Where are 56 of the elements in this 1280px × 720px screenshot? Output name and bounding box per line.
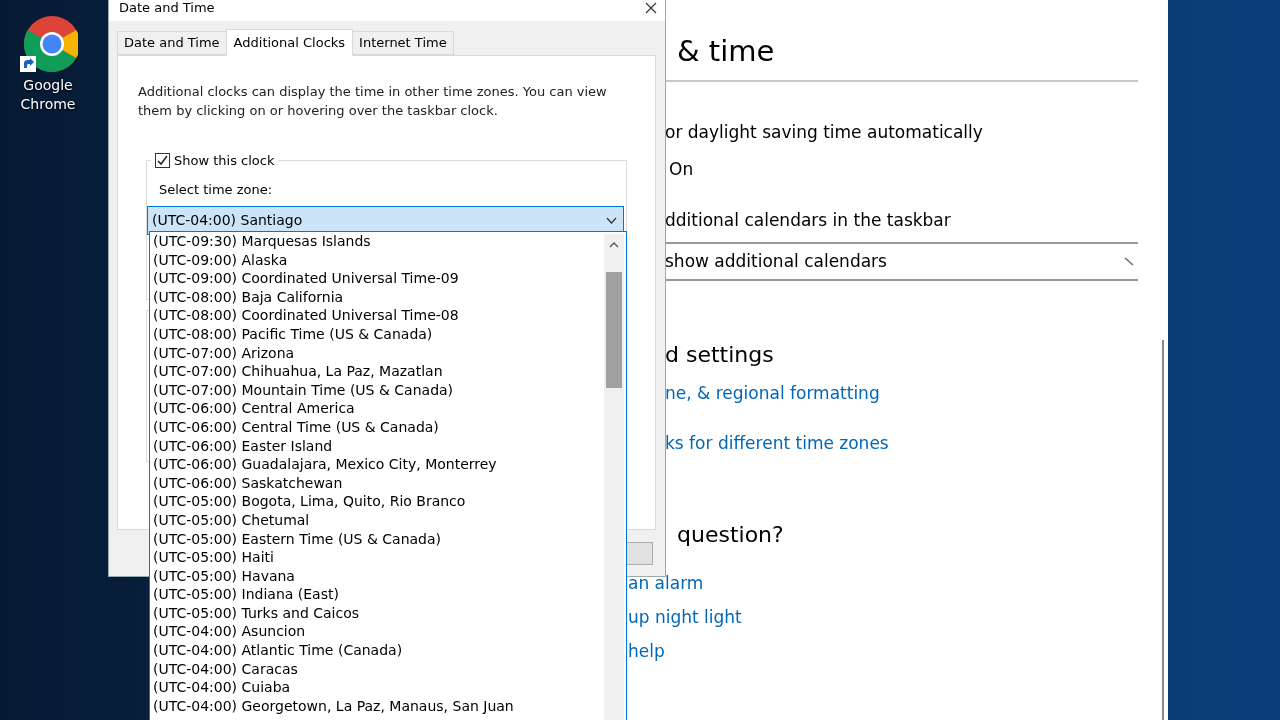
page-heading: & time xyxy=(677,33,776,70)
description-text: Additional clocks can display the time in other time zones. You can view them by clicking on or hovering over the taskbar clock. xyxy=(138,83,608,120)
section-heading: question? xyxy=(677,521,785,549)
dropdown-option[interactable]: (UTC-04:00) Georgetown, La Paz, Manaus, San Juan xyxy=(153,696,604,716)
scrollbar[interactable] xyxy=(604,234,624,720)
chevron-icon xyxy=(1124,256,1134,266)
settings-link[interactable]: ks for different time zones xyxy=(665,431,889,455)
window-title: Date and Time xyxy=(119,0,215,18)
dropdown-option[interactable]: (UTC-05:00) Havana xyxy=(153,566,604,586)
dropdown-option[interactable]: (UTC-08:00) Pacific Time (US & Canada) xyxy=(153,324,604,344)
dropdown-option[interactable]: (UTC-06:00) Central Time (US & Canada) xyxy=(153,417,604,437)
chevron-icon xyxy=(606,216,617,224)
setting-label: or daylight saving time automatically xyxy=(665,121,984,144)
dropdown-option[interactable]: (UTC-09:00) Coordinated Universal Time-09 xyxy=(153,269,604,288)
dropdown-option[interactable]: (UTC-04:00) Cuiaba xyxy=(153,678,604,697)
dropdown-option[interactable]: (UTC-06:00) Central America xyxy=(153,399,604,418)
dropdown-option[interactable]: (UTC-06:00) Easter Island xyxy=(153,436,604,456)
tab[interactable]: Internet Time xyxy=(352,31,454,55)
dropdown-option[interactable]: (UTC-09:00) Alaska xyxy=(153,250,604,270)
setting-label: dditional calendars in the taskbar xyxy=(665,209,952,232)
calendar-dropdown[interactable]: show additional calendars xyxy=(665,242,1138,281)
dropdown-option[interactable]: (UTC-07:00) Mountain Time (US & Canada) xyxy=(153,380,604,400)
toggle-state: On xyxy=(669,158,695,181)
dropdown-option[interactable]: (UTC-05:00) Bogota, Lima, Quito, Rio Branco xyxy=(153,492,604,511)
dropdown-option[interactable]: (UTC-06:00) Saskatchewan xyxy=(153,473,604,493)
dropdown-option[interactable]: (UTC-06:00) Guadalajara, Mexico City, Monterrey xyxy=(153,455,604,474)
dropdown-option[interactable]: (UTC-04:00) Asuncion xyxy=(153,622,604,642)
dropdown-value: show additional calendars xyxy=(665,250,887,273)
settings-link[interactable]: ne, & regional formatting xyxy=(665,381,880,405)
tab[interactable]: Date and Time xyxy=(117,31,227,55)
dropdown-option[interactable]: (UTC-04:00) Atlantic Time (Canada) xyxy=(153,641,604,660)
checkbox-label: Show this clock xyxy=(174,152,275,170)
tab[interactable]: Additional Clocks xyxy=(225,29,354,56)
dropdown-option[interactable]: (UTC-05:00) Chetumal xyxy=(153,510,604,530)
dropdown-option[interactable]: (UTC-09:30) Marquesas Islands xyxy=(153,232,604,251)
section-heading: d settings xyxy=(665,341,775,369)
dropdown-option[interactable]: (UTC-05:00) Indiana (East) xyxy=(153,585,604,604)
dropdown-option[interactable]: (UTC-08:00) Baja California xyxy=(153,287,604,307)
dropdown-option[interactable]: (UTC-05:00) Eastern Time (US & Canada) xyxy=(153,529,604,549)
dropdown-option[interactable]: (UTC-04:00) Caracas xyxy=(153,659,604,679)
app-icon[interactable] xyxy=(18,14,78,74)
settings-link[interactable]: up night light xyxy=(628,605,742,629)
scrollbar-thumb[interactable] xyxy=(606,272,622,388)
field-label: Select time zone: xyxy=(159,181,274,199)
dropdown-option[interactable]: (UTC-05:00) Turks and Caicos xyxy=(153,603,604,623)
settings-link[interactable]: help xyxy=(628,639,665,663)
dropdown-value: (UTC-04:00) Santiago xyxy=(152,210,303,230)
dropdown-option[interactable]: (UTC-07:00) Arizona xyxy=(153,343,604,363)
scrollbar[interactable] xyxy=(1162,340,1164,720)
icon-label: Google Chrome xyxy=(19,76,77,114)
checkbox[interactable] xyxy=(155,153,170,169)
dropdown-option[interactable]: (UTC-07:00) Chihuahua, La Paz, Mazatlan xyxy=(153,362,604,381)
dropdown-option[interactable]: (UTC-05:00) Haiti xyxy=(153,548,604,567)
scroll-up-icon[interactable] xyxy=(609,242,619,248)
close-icon[interactable] xyxy=(645,2,657,14)
dropdown-option[interactable]: (UTC-08:00) Coordinated Universal Time-08 xyxy=(153,306,604,325)
